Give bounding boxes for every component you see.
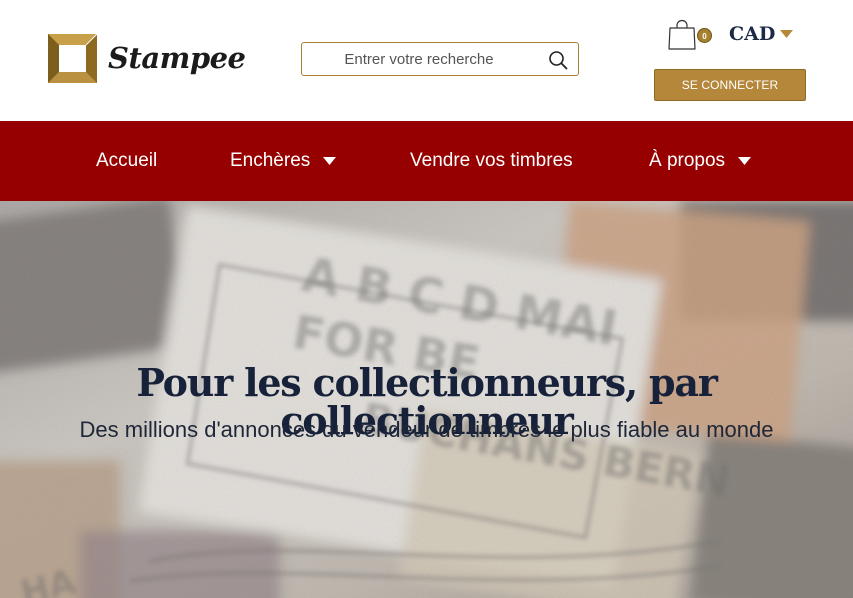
shopping-bag-icon [668,19,696,50]
brand-name: Stampee [108,40,246,75]
nav-item-label: Vendre vos timbres [410,150,573,171]
currency-label: CAD [729,23,776,45]
search-input[interactable] [306,44,532,74]
hero-subtitle: Des millions d'annonces du vendeur de ti… [79,417,774,442]
nav-item-encheres[interactable]: Enchères [230,121,337,201]
nav-item-label: À propos [649,150,726,171]
page: Stampee 0 CAD SE CONNECTER Acc [0,0,853,598]
cart-button[interactable]: 0 [668,19,716,51]
logo-link[interactable]: Stampee [48,33,246,83]
caret-down-icon [780,29,794,38]
stampee-logo-icon [48,33,97,83]
nav-item-a-propos[interactable]: À propos [649,121,752,201]
nav-item-accueil[interactable]: Accueil [96,121,157,201]
caret-down-icon [323,156,337,165]
currency-selector[interactable]: CAD [729,22,794,46]
main-nav: Accueil Enchères Vendre vos timbres À pr… [0,121,853,201]
nav-item-vendre[interactable]: Vendre vos timbres [410,121,573,201]
login-button[interactable]: SE CONNECTER [654,69,806,101]
nav-item-label: Enchères [230,150,311,171]
search-icon[interactable] [548,50,568,70]
caret-down-icon [738,156,752,165]
search-box [301,42,579,76]
nav-item-label: Accueil [96,150,158,171]
cart-count-badge: 0 [697,28,712,43]
hero-banner: A B C D MAI FOR BE BUCHANS BERN HA Pour … [0,201,853,598]
site-header: Stampee 0 CAD SE CONNECTER [0,0,853,121]
